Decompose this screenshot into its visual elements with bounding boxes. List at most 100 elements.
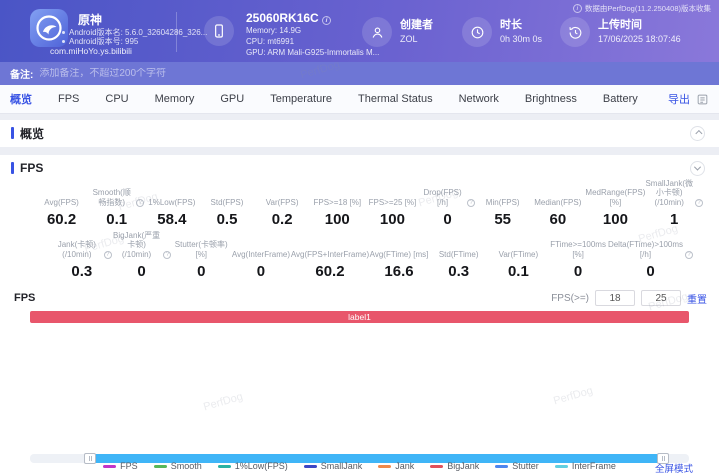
section-accent-bar	[11, 127, 14, 139]
tab-memory[interactable]: Memory	[155, 93, 195, 105]
legend-item-jank[interactable]: Jank	[378, 461, 414, 471]
stat-jank-卡顿-10min: Jank(卡顿) (/10min)? 0.3	[52, 237, 112, 280]
stat-smalljank-微小卡顿-10min: SmallJank(微小卡顿) (/10min)? 1	[645, 179, 704, 228]
stat-value: 100	[324, 211, 350, 228]
help-icon[interactable]: ?	[103, 251, 112, 259]
stat-label-text: Drop(FPS) [/h]	[423, 188, 462, 207]
help-icon[interactable]: ?	[685, 251, 694, 259]
app-logo-icon	[36, 15, 62, 41]
tab-cpu[interactable]: CPU	[105, 93, 128, 105]
help-icon[interactable]: ?	[163, 251, 172, 259]
fps-stats-row-1: Avg(FPS) 60.2 Smooth(顺畅指数)? 0.1 1%Low(FPS) 58…	[34, 179, 704, 229]
stat-value: 58.4	[157, 211, 187, 228]
upload-icon-circle	[560, 17, 590, 47]
stat-var-ftime: Var(FTime) 0.1	[489, 237, 549, 281]
stat-label-text: Delta(FTime)>100ms [/h]	[607, 240, 684, 259]
tab-fps[interactable]: FPS	[58, 93, 79, 105]
header-divider	[176, 12, 177, 52]
legend-item-fps[interactable]: FPS	[103, 461, 138, 471]
stat-label-text: Var(FTime)	[498, 249, 539, 259]
app-package: com.miHoYo.ys.bilibili	[50, 46, 132, 56]
tab-list: 概览 FPS CPU Memory GPU Temperature Thermal Stat…	[10, 91, 664, 107]
fps-collapse-button[interactable]	[690, 161, 705, 176]
stat-value: 0	[573, 263, 583, 280]
tab-thermal-status[interactable]: Thermal Status	[358, 93, 433, 105]
legend-label: InterFrame	[571, 461, 616, 471]
legend-item-1-low-fps[interactable]: 1%Low(FPS)	[217, 461, 288, 471]
legend-item-smooth[interactable]: Smooth	[153, 461, 202, 471]
stat-label-text: FPS>=25 [%]	[368, 197, 417, 207]
overview-collapse-button[interactable]	[690, 126, 705, 141]
stat-label-text: Avg(FPS)	[44, 197, 79, 207]
remark-input[interactable]	[39, 68, 440, 79]
tab-network[interactable]: Network	[459, 93, 499, 105]
chart-label-banner: label1	[30, 311, 689, 323]
stat-value: 0	[646, 263, 655, 280]
creator-icon-circle	[362, 17, 392, 47]
legend-swatch-icon	[378, 464, 392, 468]
legend-item-stutter[interactable]: Stutter	[495, 461, 539, 471]
stat-var-fps: Var(FPS) 0.2	[255, 185, 310, 229]
stat-label-text: BigJank(严重卡顿) (/10min)	[112, 230, 161, 259]
fps-threshold-input-1[interactable]	[595, 290, 635, 306]
stat-label-text: FTime>=100ms [%]	[550, 240, 606, 259]
duration-icon-circle	[462, 17, 492, 47]
fps-threshold-controls: FPS(>=) 重置	[551, 290, 707, 306]
tab-gpu[interactable]: GPU	[220, 93, 244, 105]
stat-label-text: Std(FPS)	[210, 197, 244, 207]
stat-value: 100	[379, 211, 405, 228]
legend-item-bigjank[interactable]: BigJank	[430, 461, 479, 471]
clock-icon	[471, 26, 483, 38]
stat-label: Var(FTime)	[489, 237, 549, 259]
legend-swatch-icon	[217, 464, 231, 468]
stat-delta-ftime-100ms-h: Delta(FTime)>100ms [/h]? 0	[607, 237, 694, 280]
stat-label: Std(FTime)	[429, 237, 489, 259]
tab-概览[interactable]: 概览	[10, 91, 32, 107]
legend-item-smalljank[interactable]: SmallJank	[303, 461, 363, 471]
info-icon: i	[572, 4, 582, 13]
export-icon[interactable]	[696, 93, 709, 106]
stat-1-low-fps: 1%Low(FPS) 58.4	[144, 185, 199, 229]
stat-label: 1%Low(FPS)	[144, 185, 199, 207]
stat-std-fps: Std(FPS) 0.5	[199, 185, 254, 229]
chevron-up-icon	[695, 129, 703, 138]
fullscreen-button[interactable]: 全屏模式	[655, 461, 693, 473]
stat-label-text: FPS>=18 [%]	[313, 197, 362, 207]
tab-temperature[interactable]: Temperature	[270, 93, 332, 105]
device-info-icon[interactable]: i	[322, 16, 332, 25]
stat-fps-25: FPS>=25 [%] 100	[365, 185, 420, 229]
help-icon[interactable]: ?	[695, 199, 704, 207]
legend-label: SmallJank	[320, 461, 363, 471]
collector-note-text: 数据由PerfDog(11.2.250408)版本收集	[584, 4, 711, 13]
tab-brightness[interactable]: Brightness	[525, 93, 577, 105]
legend-label: FPS	[120, 461, 138, 471]
legend-swatch-icon	[495, 464, 509, 468]
stat-value: 60.2	[315, 263, 345, 280]
stat-value: 16.6	[384, 263, 414, 280]
stat-label: FPS>=18 [%]	[310, 185, 365, 207]
help-icon[interactable]: ?	[136, 199, 145, 207]
export-button[interactable]: 导出	[668, 91, 690, 107]
reset-button[interactable]: 重置	[687, 291, 707, 306]
fps-section-head: FPS	[0, 155, 719, 181]
stat-label-text: Avg(InterFrame)	[231, 249, 290, 259]
fps-chart-title: FPS	[14, 292, 36, 304]
stat-label: Std(FPS)	[199, 185, 254, 207]
device-icon-circle	[204, 16, 234, 46]
stat-label: Min(FPS)	[475, 185, 530, 207]
help-icon[interactable]: ?	[467, 199, 476, 207]
stat-label-text: Min(FPS)	[485, 197, 520, 207]
fps-panel: FPS Avg(FPS) 60.2 Smooth(顺畅指数)? 0.1 1%Low(FP…	[0, 155, 719, 473]
tab-battery[interactable]: Battery	[603, 93, 638, 105]
legend-label: Smooth	[170, 461, 202, 471]
fps-threshold-input-2[interactable]	[641, 290, 681, 306]
stat-ftime-100ms: FTime>=100ms [%] 0	[548, 237, 608, 280]
legend-item-interframe[interactable]: InterFrame	[554, 461, 616, 471]
stat-median-fps: Median(FPS) 60	[530, 185, 585, 229]
legend-swatch-icon	[430, 464, 444, 468]
stat-medrange-fps: MedRange(FPS)[%] 100	[585, 185, 645, 228]
stat-label: Avg(InterFrame)	[231, 237, 291, 259]
stat-value: 60.2	[46, 211, 77, 228]
upload-value: 17/06/2025 18:07:46	[598, 34, 681, 44]
stat-label: Stutter(卡顿率) [%]	[171, 237, 231, 259]
